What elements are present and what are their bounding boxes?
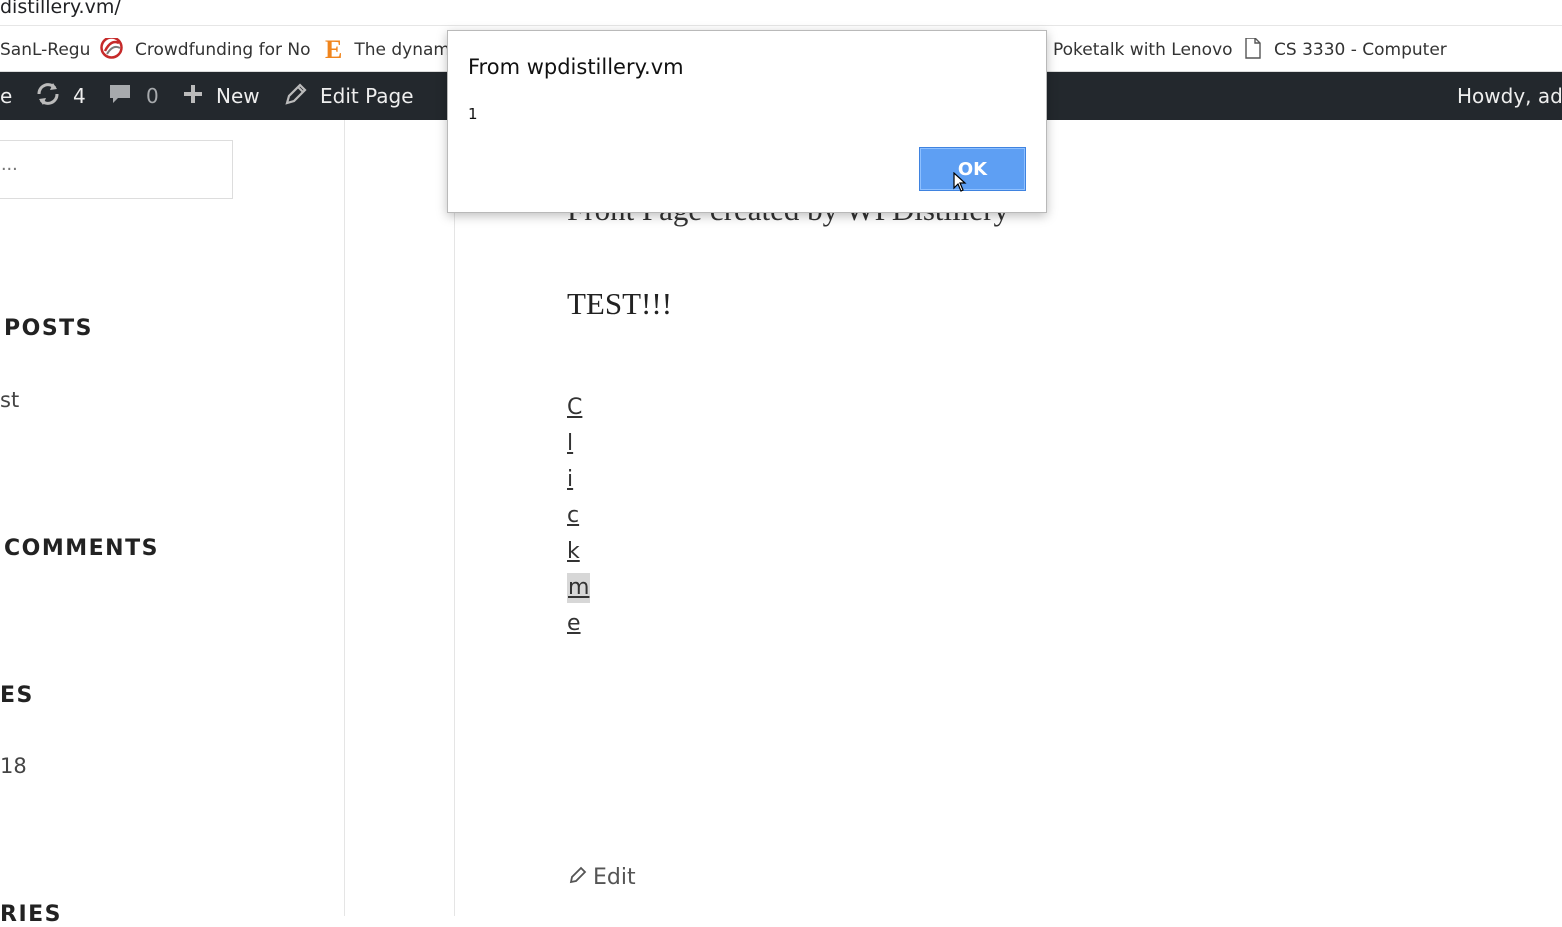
new-label: New — [216, 84, 260, 108]
recent-comments-title: COMMENTS — [4, 536, 159, 561]
comments-count: 0 — [146, 84, 159, 108]
recent-posts-title: POSTS — [4, 316, 94, 341]
bookmark-label: The dynam — [354, 40, 447, 60]
content-divider — [454, 210, 455, 916]
edit-page-link[interactable]: Edit Page — [284, 72, 414, 120]
bookmark-sanl[interactable]: SanL-Regu — [0, 38, 90, 62]
comment-bubble-icon — [108, 82, 132, 111]
ok-button[interactable]: OK — [919, 147, 1026, 191]
click-me-letter[interactable]: k — [567, 537, 580, 567]
my-account-link[interactable]: Howdy, adm — [1457, 72, 1562, 120]
bookmark-label: SanL-Regu — [0, 40, 91, 60]
click-me-letter[interactable]: l — [567, 429, 573, 459]
updates-count: 4 — [73, 84, 86, 108]
edit-page-label: Edit Page — [320, 84, 414, 108]
click-me-letter[interactable]: C — [567, 393, 582, 423]
click-me-letter[interactable]: e — [567, 609, 581, 639]
pencil-icon — [284, 82, 308, 111]
address-bar[interactable]: distillery.vm/ — [0, 0, 1562, 26]
archives-title: ES — [0, 683, 34, 708]
click-me-letter-highlighted[interactable]: m — [567, 573, 591, 603]
click-me-letter[interactable]: i — [567, 465, 573, 495]
plus-icon — [182, 83, 204, 110]
bookmark-label: Crowdfunding for No — [135, 40, 310, 60]
search-input[interactable]: ... — [0, 140, 233, 199]
bookmark-cs3330[interactable]: CS 3330 - Computer A — [1244, 38, 1450, 62]
click-me-letter[interactable]: c — [567, 501, 579, 531]
widget-sidebar: ... POSTS st COMMENTS ES 18 RIES — [0, 120, 345, 927]
bookmark-label: CS 3330 - Computer A — [1274, 40, 1450, 60]
updates-icon — [35, 82, 61, 111]
comments-link[interactable]: 0 — [108, 72, 159, 120]
dialog-message: 1 — [468, 105, 478, 123]
pencil-icon — [569, 865, 587, 890]
bookmark-poketalk[interactable]: Poketalk with Lenovo — [1053, 38, 1233, 62]
new-content-link[interactable]: New — [182, 72, 260, 120]
main-content: Front Page created by WPDistillery TEST!… — [345, 120, 1562, 916]
updates-link[interactable]: 4 — [35, 72, 86, 120]
howdy-text: Howdy, adm — [1457, 84, 1562, 108]
dialog-title: From wpdistillery.vm — [468, 55, 684, 79]
test-text: TEST!!! — [567, 286, 673, 321]
bookmark-crowdfunding[interactable]: Crowdfunding for No — [100, 38, 310, 62]
url-text: distillery.vm/ — [0, 0, 121, 18]
edit-post-link[interactable]: Edit — [569, 865, 636, 890]
search-placeholder: ... — [1, 153, 18, 175]
bookmark-dynamic[interactable]: E The dynam — [325, 38, 447, 62]
categories-title: RIES — [0, 902, 62, 927]
mouse-cursor-icon — [953, 171, 967, 197]
site-name-fragment: e — [0, 84, 13, 108]
archive-link[interactable]: 18 — [0, 754, 27, 778]
edit-label: Edit — [593, 865, 636, 890]
bookmark-label: Poketalk with Lenovo — [1053, 40, 1233, 60]
crowdfunding-logo-icon — [100, 38, 123, 62]
site-name-link[interactable]: e — [0, 72, 12, 120]
e-logo-icon: E — [325, 38, 343, 62]
recent-post-link[interactable]: st — [0, 388, 19, 412]
document-icon — [1244, 38, 1262, 62]
